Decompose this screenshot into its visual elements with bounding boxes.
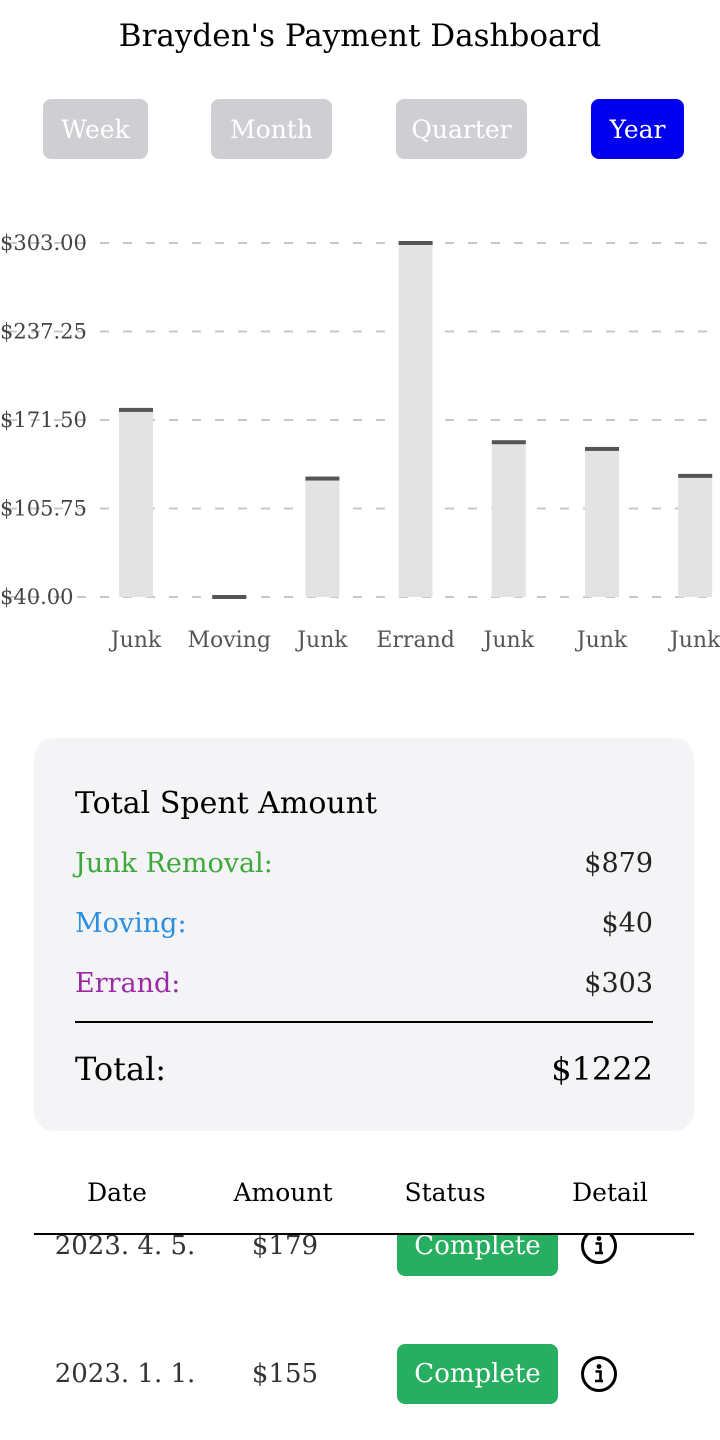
summary-divider xyxy=(75,1021,653,1023)
summary-row-junk: Junk Removal: $879 xyxy=(75,848,653,879)
y-tick-label: $237.25 xyxy=(0,320,87,344)
row-date: 2023. 1. 1. xyxy=(54,1359,196,1389)
bar-cap xyxy=(119,407,153,412)
column-header-status: Status xyxy=(404,1178,486,1207)
bar-cap xyxy=(678,473,713,478)
moving-amount: $40 xyxy=(601,908,653,939)
junk-removal-label: Junk Removal: xyxy=(75,848,273,879)
total-label: Total: xyxy=(75,1050,167,1088)
bar xyxy=(398,243,433,597)
info-icon[interactable] xyxy=(580,1234,618,1265)
bar-cap xyxy=(398,241,433,245)
column-header-detail: Detail xyxy=(572,1178,648,1207)
payments-bar-chart: $303.00 $237.25 $171.50 $105.75 $40.00 Junk Mo… xyxy=(0,231,720,653)
column-header-date: Date xyxy=(87,1178,147,1207)
x-tick-label: Moving xyxy=(187,628,271,653)
month-tab[interactable]: Month xyxy=(211,99,332,159)
x-tick-label: Junk xyxy=(295,628,348,653)
moving-label: Moving: xyxy=(75,908,187,939)
row-amount: $155 xyxy=(251,1359,319,1389)
summary-row-moving: Moving: $40 xyxy=(75,908,653,939)
bar-cap xyxy=(305,476,340,481)
x-tick-label: Junk xyxy=(668,628,720,653)
payments-table-body[interactable]: 2023. 4. 5. $179 Complete 2023. 1. 1. $1… xyxy=(0,1234,720,1440)
y-tick-label: $40.00 xyxy=(0,585,73,609)
bar xyxy=(119,409,153,597)
bar-cap xyxy=(585,446,619,451)
x-tick-label: Junk xyxy=(482,628,535,653)
bar xyxy=(678,475,713,597)
junk-removal-amount: $879 xyxy=(584,848,653,879)
summary-title: Total Spent Amount xyxy=(75,786,378,821)
row-amount: $179 xyxy=(251,1234,319,1261)
y-tick-label: $105.75 xyxy=(0,497,87,521)
errand-label: Errand: xyxy=(75,968,181,999)
table-row[interactable]: 2023. 4. 5. $179 Complete xyxy=(0,1234,720,1276)
x-tick-label: Junk xyxy=(109,628,162,653)
table-row[interactable]: 2023. 1. 1. $155 Complete xyxy=(0,1344,720,1404)
bar xyxy=(305,478,340,597)
summary-row-errand: Errand: $303 xyxy=(75,968,653,999)
summary-card: Total Spent Amount Junk Removal: $879 Mo… xyxy=(34,738,694,1131)
table-header-divider xyxy=(34,1233,694,1235)
bar-cap xyxy=(491,440,526,445)
quarter-tab[interactable]: Quarter xyxy=(396,99,527,159)
year-tab[interactable]: Year xyxy=(591,99,684,159)
bar-cap xyxy=(212,595,247,599)
row-date: 2023. 4. 5. xyxy=(54,1234,196,1261)
bar xyxy=(585,448,619,597)
week-tab[interactable]: Week xyxy=(43,99,148,159)
bar xyxy=(491,442,526,597)
x-tick-label: Junk xyxy=(575,628,628,653)
errand-amount: $303 xyxy=(584,968,653,999)
y-tick-label: $171.50 xyxy=(0,408,87,432)
total-amount: $1222 xyxy=(551,1050,653,1088)
x-tick-label: Errand xyxy=(376,628,454,653)
status-badge: Complete xyxy=(397,1344,558,1404)
column-header-amount: Amount xyxy=(233,1178,333,1207)
page-title: Brayden's Payment Dashboard xyxy=(118,18,602,54)
info-icon[interactable] xyxy=(580,1355,618,1393)
status-badge: Complete xyxy=(397,1234,558,1276)
y-tick-label: $303.00 xyxy=(0,231,87,255)
summary-total-row: Total: $1222 xyxy=(75,1050,653,1088)
